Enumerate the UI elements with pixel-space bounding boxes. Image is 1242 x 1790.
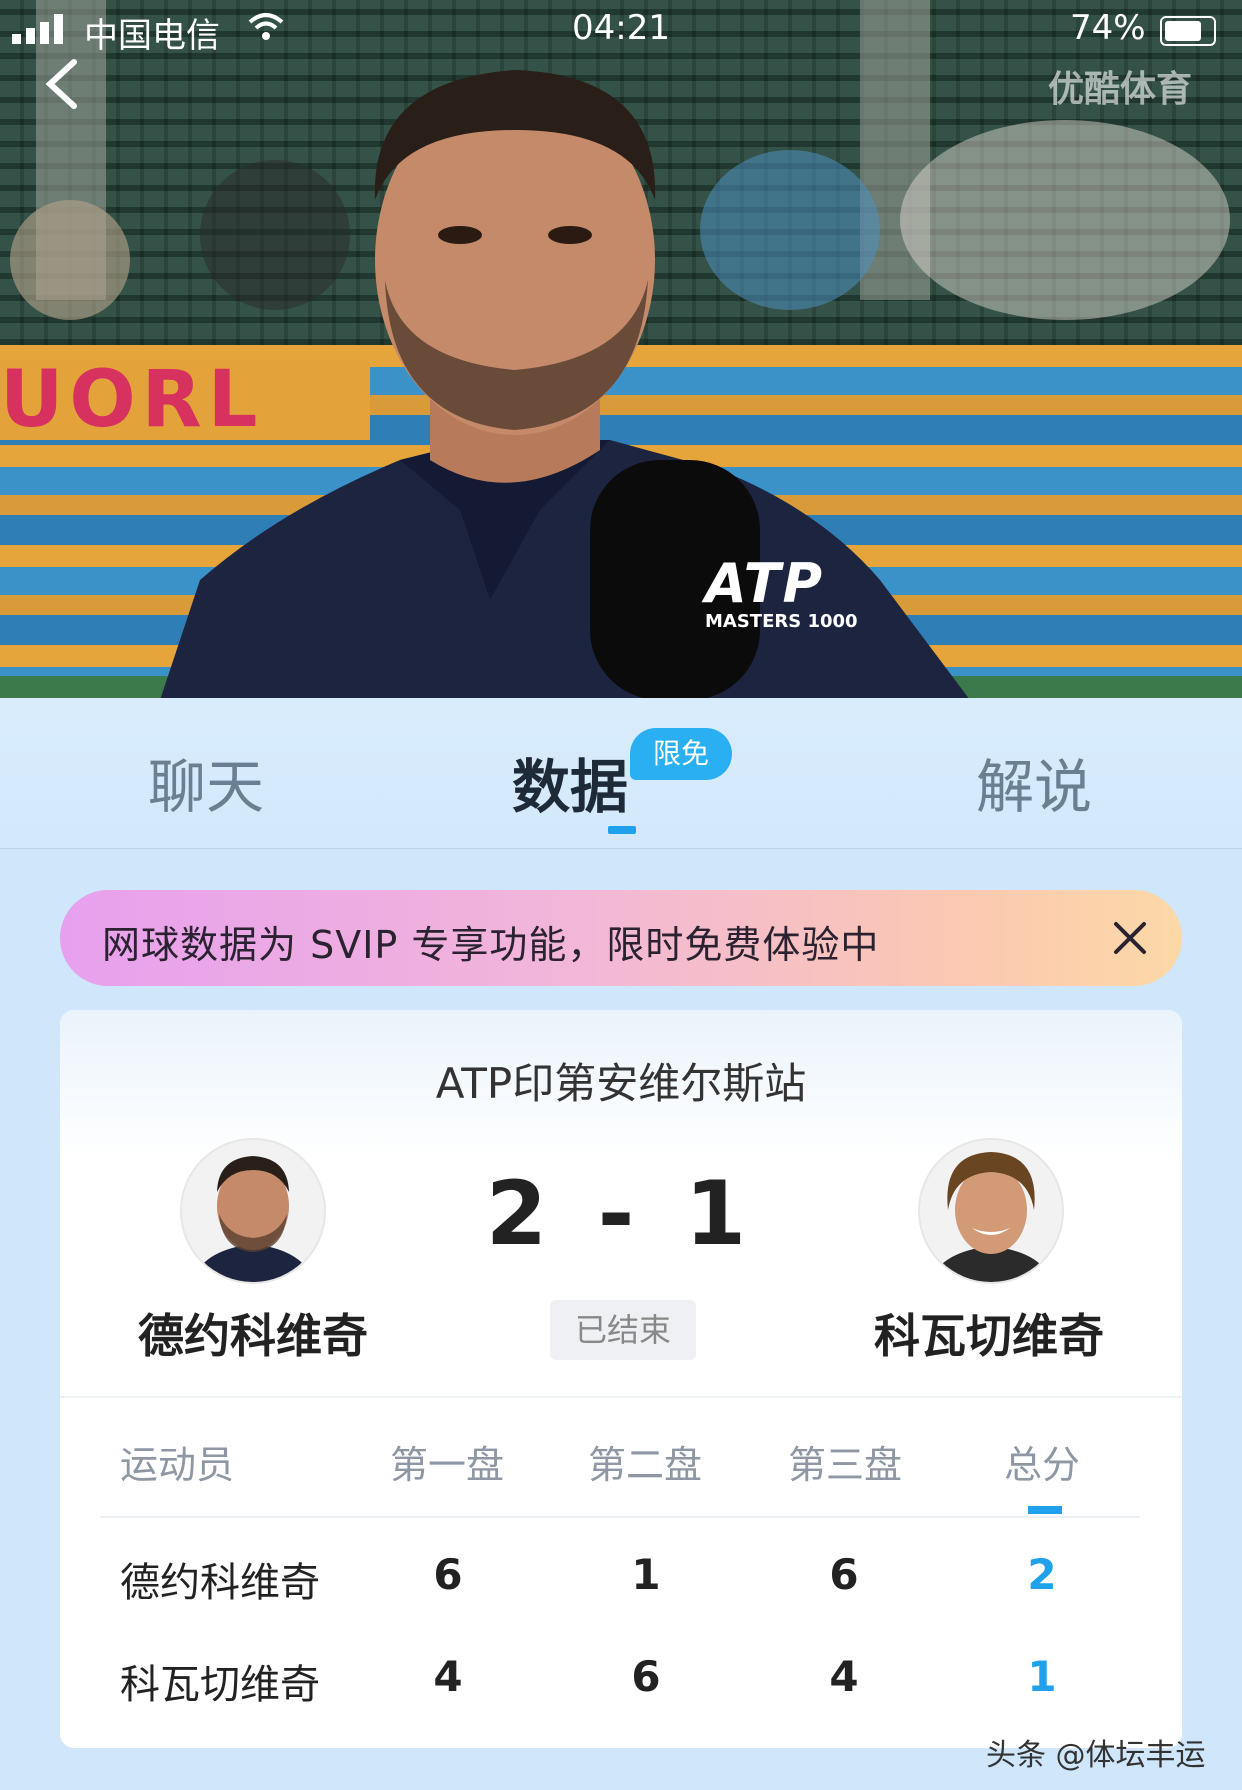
table-cell-set1: 6 — [433, 1550, 463, 1599]
clock: 04:21 — [572, 8, 670, 48]
video-player[interactable]: UORL ATP MASTERS 1000 中国电信 04:21 74% 优酷体… — [0, 0, 1242, 698]
table-cell-set1: 4 — [433, 1652, 463, 1701]
match-status-badge: 已结束 — [550, 1300, 696, 1360]
battery-icon — [1160, 16, 1216, 46]
match-card: ATP印第安维尔斯站 2 - 1 德约科维奇 已结束 科瓦切维奇 运动员 第一盘… — [60, 1010, 1182, 1748]
tab-data[interactable]: 数据 — [512, 740, 628, 824]
header-player: 运动员 — [120, 1443, 235, 1487]
youku-sports-watermark: 优酷体育 — [1048, 69, 1193, 110]
header-total: 总分 — [1004, 1443, 1081, 1487]
table-divider — [100, 1516, 1140, 1518]
tab-bar: 聊天 数据 限免 解说 — [0, 698, 1242, 849]
back-icon[interactable] — [38, 54, 88, 114]
atp-mic-logo: ATP MASTERS 1000 — [705, 552, 858, 632]
tournament-title: ATP印第安维尔斯站 — [435, 1059, 807, 1108]
divider — [60, 1396, 1182, 1398]
table-row-player-name: 科瓦切维奇 — [120, 1662, 320, 1708]
match-score: 2 - 1 — [485, 1162, 757, 1265]
total-column-indicator — [1028, 1506, 1062, 1514]
header-set2: 第二盘 — [588, 1443, 703, 1487]
signal-icon — [12, 14, 63, 44]
free-badge: 限免 — [630, 728, 732, 780]
table-cell-total: 1 — [1027, 1652, 1057, 1701]
battery-percent: 74% — [1070, 8, 1146, 48]
table-cell-set2: 6 — [631, 1652, 661, 1701]
table-row-player-name: 德约科维奇 — [120, 1560, 320, 1606]
active-tab-indicator — [608, 826, 636, 834]
wifi-icon — [248, 13, 284, 40]
svip-promo-banner: 网球数据为 SVIP 专享功能，限时免费体验中 — [60, 890, 1182, 986]
status-bar: 中国电信 04:21 74% — [0, 0, 1242, 60]
tab-commentary[interactable]: 解说 — [976, 740, 1092, 824]
player-left-name: 德约科维奇 — [138, 1309, 368, 1363]
crowd — [10, 200, 130, 320]
table-cell-set3: 4 — [829, 1652, 859, 1701]
table-cell-set3: 6 — [829, 1550, 859, 1599]
tab-chat[interactable]: 聊天 — [148, 740, 264, 824]
table-cell-total: 2 — [1027, 1550, 1057, 1599]
table-cell-set2: 1 — [631, 1550, 661, 1599]
source-credit: 头条 @体坛丰运 — [986, 1738, 1206, 1773]
carrier-label: 中国电信 — [84, 16, 220, 56]
player-right-name: 科瓦切维奇 — [874, 1309, 1104, 1363]
header-set3: 第三盘 — [788, 1443, 903, 1487]
promo-text: 网球数据为 SVIP 专享功能，限时免费体验中 — [102, 923, 880, 967]
close-icon[interactable] — [1108, 916, 1152, 960]
header-set1: 第一盘 — [390, 1443, 505, 1487]
